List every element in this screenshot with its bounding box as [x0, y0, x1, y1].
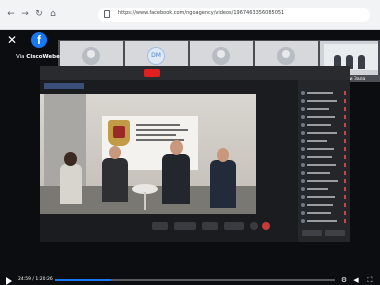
progress-fill	[55, 279, 111, 281]
playback-time: 24:59 / 1:20:26	[18, 277, 53, 282]
forward-arrow-icon[interactable]: →	[20, 9, 30, 19]
participant-row	[301, 162, 349, 168]
participant-row	[301, 170, 349, 176]
back-arrow-icon[interactable]: ←	[6, 9, 16, 19]
participant-row	[301, 130, 349, 136]
participant-row	[301, 210, 349, 216]
webinar-control	[152, 222, 168, 230]
webinar-screen	[40, 66, 350, 242]
speaker-banner	[44, 83, 84, 89]
coat-of-arms-icon	[108, 120, 130, 146]
panelist-head	[109, 146, 121, 159]
table-leg	[144, 192, 146, 210]
main-video-frame	[40, 94, 256, 214]
panelist-person	[162, 154, 190, 204]
panel-button	[302, 230, 322, 236]
panelist-head	[64, 152, 77, 166]
settings-gear-icon[interactable]: ⚙	[340, 276, 348, 284]
panelist-head	[170, 140, 183, 155]
lock-icon	[104, 10, 110, 18]
participant-row	[301, 122, 349, 128]
participant-row	[301, 186, 349, 192]
webinar-toolbar	[40, 66, 350, 80]
via-app: CiscoWebex	[26, 54, 64, 60]
volume-icon[interactable]: ◀	[352, 276, 360, 284]
webinar-controls	[40, 216, 298, 238]
video-controls: 24:59 / 1:20:26 ⚙ ◀ ⛶	[0, 275, 380, 285]
webinar-control	[174, 222, 196, 230]
play-icon[interactable]	[6, 277, 12, 285]
participant-row	[301, 138, 349, 144]
reload-icon[interactable]: ↻	[34, 9, 44, 19]
participant-row	[301, 194, 349, 200]
leave-button	[262, 222, 270, 230]
participant-row	[301, 98, 349, 104]
poster-text-lines	[136, 124, 192, 144]
avatar	[212, 47, 230, 65]
avatar-initials: DM	[151, 52, 161, 59]
via-prefix: Via	[16, 54, 27, 60]
webinar-control	[224, 222, 244, 230]
participant-row	[301, 178, 349, 184]
participant-row	[301, 90, 349, 96]
end-meeting-button	[144, 69, 160, 77]
room-person	[358, 55, 365, 69]
panelist-person	[102, 158, 128, 202]
url-text[interactable]: https://www.facebook.com/ngoagency/video…	[118, 10, 284, 16]
participant-row	[301, 202, 349, 208]
participant-row	[301, 218, 349, 224]
participants-panel	[298, 80, 350, 242]
browser-toolbar: ← → ↻ ⌂ https://www.facebook.com/ngoagen…	[0, 0, 380, 30]
participant-row	[301, 154, 349, 160]
panelist-person	[60, 164, 82, 204]
panel-button	[325, 230, 345, 236]
webinar-control	[250, 222, 258, 230]
panelist-person	[210, 160, 236, 208]
participant-row	[301, 114, 349, 120]
progress-bar[interactable]	[55, 279, 335, 281]
via-label: Via CiscoWebex	[16, 54, 63, 60]
avatar	[277, 47, 295, 65]
panelist-head	[217, 148, 229, 162]
participant-row	[301, 106, 349, 112]
participant-row	[301, 146, 349, 152]
fullscreen-icon[interactable]: ⛶	[366, 276, 374, 284]
home-icon[interactable]: ⌂	[48, 9, 58, 19]
video-viewer: ✕ f Via CiscoWebex Пора Бичева DM Dimo M…	[0, 30, 380, 285]
webinar-control	[202, 222, 218, 230]
avatar	[82, 47, 100, 65]
